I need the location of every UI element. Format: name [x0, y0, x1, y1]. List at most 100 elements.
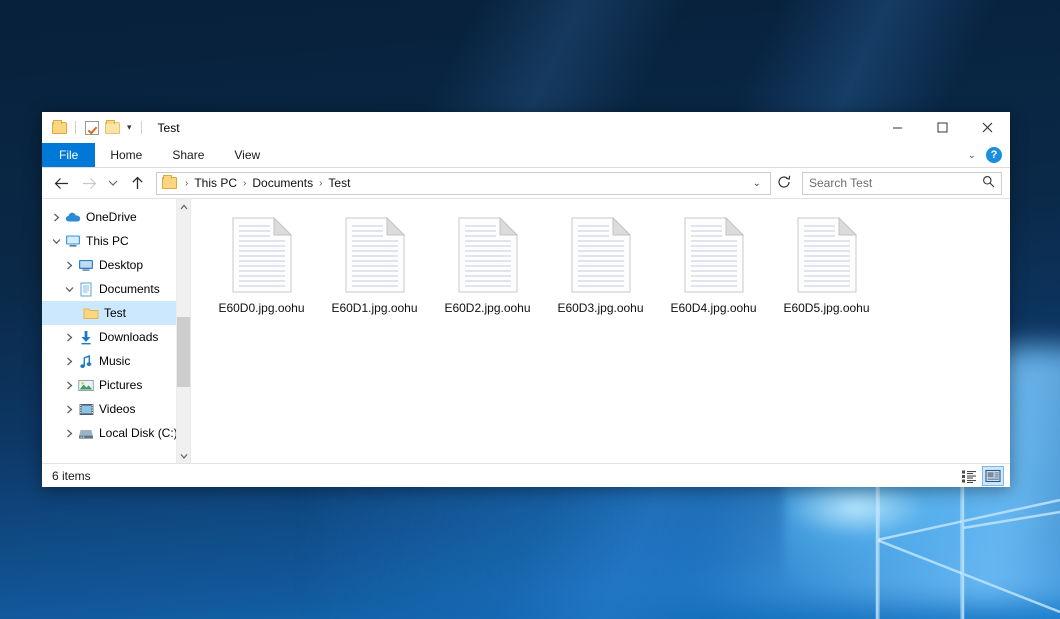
up-button[interactable]: [124, 171, 150, 195]
file-item[interactable]: E60D3.jpg.oohu: [544, 213, 657, 331]
window-title: Test: [158, 121, 180, 135]
disk-icon: [77, 427, 95, 440]
sidebar-item-label: Local Disk (C:): [99, 426, 178, 440]
help-icon[interactable]: ?: [986, 147, 1002, 163]
breadcrumb-separator-0: ›: [182, 178, 191, 189]
generic-document-icon: [684, 217, 744, 293]
sidebar-item-music[interactable]: Music: [42, 349, 190, 373]
file-item[interactable]: E60D4.jpg.oohu: [657, 213, 770, 331]
sidebar-item-label: Test: [104, 306, 126, 320]
recent-locations-button[interactable]: [104, 171, 122, 195]
breadcrumb-item-documents[interactable]: Documents: [249, 174, 316, 192]
customize-qat-caret-icon[interactable]: ▾: [125, 123, 134, 132]
details-view-button[interactable]: [958, 466, 980, 486]
sidebar-item-label: Documents: [99, 282, 160, 296]
desktop-icon: [77, 258, 95, 272]
tab-view[interactable]: View: [219, 143, 275, 167]
generic-document-icon: [345, 217, 405, 293]
back-button[interactable]: [48, 171, 74, 195]
chevron-right-icon[interactable]: [61, 405, 77, 414]
documents-icon: [77, 282, 95, 297]
sidebar-item-label: Music: [99, 354, 130, 368]
generic-document-icon: [232, 217, 292, 293]
chevron-right-icon[interactable]: [61, 429, 77, 438]
search-icon[interactable]: [982, 175, 995, 191]
large-icons-view-button[interactable]: [982, 466, 1004, 486]
sidebar-item-label: Desktop: [99, 258, 143, 272]
search-box[interactable]: [802, 172, 1002, 195]
chevron-right-icon[interactable]: [61, 333, 77, 342]
file-item[interactable]: E60D1.jpg.oohu: [318, 213, 431, 331]
chevron-down-icon[interactable]: ⌄: [964, 150, 980, 161]
chevron-down-icon[interactable]: [61, 286, 77, 293]
sidebar-item-test[interactable]: Test: [42, 301, 190, 325]
file-item[interactable]: E60D2.jpg.oohu: [431, 213, 544, 331]
tab-file[interactable]: File: [42, 143, 95, 167]
ribbon-tab-bar: File Home Share View ⌄ ?: [42, 143, 1010, 168]
sidebar-item-onedrive[interactable]: OneDrive: [42, 205, 190, 229]
breadcrumb-item-this-pc[interactable]: This PC: [191, 174, 240, 192]
properties-icon[interactable]: [83, 119, 100, 136]
minimize-button[interactable]: [875, 112, 920, 143]
sidebar-item-label: Downloads: [99, 330, 158, 344]
breadcrumb-separator-1[interactable]: ›: [240, 178, 249, 189]
file-item[interactable]: E60D5.jpg.oohu: [770, 213, 883, 331]
scroll-up-icon[interactable]: [177, 199, 190, 214]
sidebar-item-label: This PC: [86, 234, 129, 248]
address-bar: › This PC › Documents › Test ⌄: [42, 168, 1010, 198]
generic-document-icon: [797, 217, 857, 293]
search-input[interactable]: [809, 176, 982, 190]
close-button[interactable]: [965, 112, 1010, 143]
sidebar-item-label: Videos: [99, 402, 135, 416]
scrollbar-track[interactable]: [177, 214, 190, 448]
scrollbar-thumb[interactable]: [177, 317, 190, 387]
scroll-down-icon[interactable]: [177, 448, 190, 463]
generic-document-icon: [571, 217, 631, 293]
file-name: E60D1.jpg.oohu: [331, 301, 417, 315]
item-count-label: 6 items: [52, 469, 91, 483]
tab-home[interactable]: Home: [95, 143, 157, 167]
sidebar-item-documents[interactable]: Documents: [42, 277, 190, 301]
refresh-icon[interactable]: [773, 175, 795, 192]
file-item[interactable]: E60D0.jpg.oohu: [205, 213, 318, 331]
maximize-button[interactable]: [920, 112, 965, 143]
chevron-right-icon[interactable]: [61, 381, 77, 390]
pictures-icon: [77, 379, 95, 392]
breadcrumb-dropdown-icon[interactable]: ⌄: [748, 178, 766, 189]
file-explorer-window: ▾ Test File Home Share View: [42, 112, 1010, 487]
chevron-down-icon[interactable]: [48, 238, 64, 245]
breadcrumb-item-test[interactable]: Test: [325, 174, 353, 192]
forward-button[interactable]: [76, 171, 102, 195]
file-name: E60D3.jpg.oohu: [557, 301, 643, 315]
folder-icon[interactable]: [51, 119, 68, 136]
new-folder-icon[interactable]: [104, 119, 121, 136]
sidebar-scrollbar[interactable]: [176, 199, 190, 463]
generic-document-icon: [458, 217, 518, 293]
folder-icon: [82, 306, 100, 320]
sidebar-item-this-pc[interactable]: This PC: [42, 229, 190, 253]
chevron-right-icon[interactable]: [48, 213, 64, 222]
file-name: E60D5.jpg.oohu: [783, 301, 869, 315]
ribbon-right-controls: ⌄ ?: [964, 143, 1010, 167]
videos-icon: [77, 403, 95, 416]
file-list-pane[interactable]: E60D0.jpg.oohu: [190, 199, 1010, 463]
breadcrumb-separator-2[interactable]: ›: [316, 178, 325, 189]
window-body: OneDrive This PC: [42, 198, 1010, 463]
sidebar-item-videos[interactable]: Videos: [42, 397, 190, 421]
navigation-pane: OneDrive This PC: [42, 199, 190, 463]
sidebar-item-local-disk-c[interactable]: Local Disk (C:): [42, 421, 190, 445]
sidebar-item-desktop[interactable]: Desktop: [42, 253, 190, 277]
file-name: E60D4.jpg.oohu: [670, 301, 756, 315]
chevron-right-icon[interactable]: [61, 261, 77, 270]
tab-share[interactable]: Share: [157, 143, 219, 167]
breadcrumb-folder-icon: [162, 177, 177, 189]
music-icon: [77, 354, 95, 369]
chevron-right-icon[interactable]: [61, 357, 77, 366]
breadcrumb[interactable]: › This PC › Documents › Test ⌄: [156, 172, 771, 195]
cloud-icon: [64, 211, 82, 223]
sidebar-item-pictures[interactable]: Pictures: [42, 373, 190, 397]
quick-access-toolbar: ▾ Test: [42, 119, 180, 136]
title-bar: ▾ Test: [42, 112, 1010, 143]
monitor-icon: [64, 234, 82, 248]
sidebar-item-downloads[interactable]: Downloads: [42, 325, 190, 349]
